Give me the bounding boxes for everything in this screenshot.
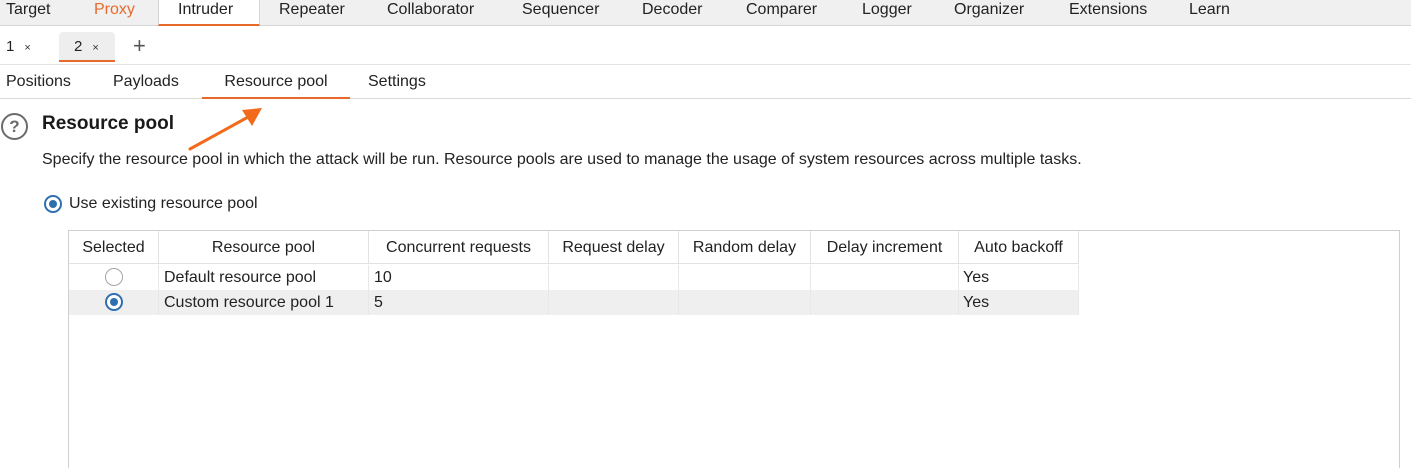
row-select-cell[interactable] — [69, 290, 159, 315]
delay-increment-cell — [811, 290, 959, 315]
attack-tab-bar: 1 × 2 × — [0, 27, 1411, 65]
column-header-selected[interactable]: Selected — [69, 231, 159, 264]
attack-tab-1[interactable]: 1 × — [6, 32, 37, 62]
table-row[interactable]: Custom resource pool 1 5 Yes — [69, 290, 1079, 315]
tab-collaborator[interactable]: Collaborator — [387, 0, 474, 26]
attack-tab-label: 1 — [6, 38, 15, 55]
tab-settings[interactable]: Settings — [368, 66, 426, 99]
option-label: Use existing resource pool — [69, 195, 258, 212]
sub-tab-bar: Positions Payloads Resource pool Setting… — [0, 66, 1411, 99]
delay-increment-cell — [811, 265, 959, 290]
tab-learn[interactable]: Learn — [1189, 0, 1230, 26]
concurrent-cell: 5 — [369, 290, 549, 315]
table-header: Selected Resource pool Concurrent reques… — [69, 231, 1079, 264]
tab-organizer[interactable]: Organizer — [954, 0, 1024, 26]
tab-comparer[interactable]: Comparer — [746, 0, 817, 26]
pool-name-cell: Custom resource pool 1 — [159, 290, 369, 315]
radio-button-selected[interactable] — [105, 293, 123, 311]
tab-repeater[interactable]: Repeater — [279, 0, 345, 26]
attack-tab-label: 2 — [74, 38, 83, 55]
tab-positions[interactable]: Positions — [6, 66, 71, 99]
concurrent-cell: 10 — [369, 265, 549, 290]
tab-logger[interactable]: Logger — [862, 0, 912, 26]
tab-intruder[interactable]: Intruder — [158, 0, 260, 26]
request-delay-cell — [549, 265, 679, 290]
add-tab-icon[interactable]: + — [133, 33, 146, 59]
auto-backoff-cell: Yes — [959, 290, 1079, 315]
column-header-auto-backoff[interactable]: Auto backoff — [959, 231, 1079, 264]
tab-extensions[interactable]: Extensions — [1069, 0, 1147, 26]
pool-name-cell: Default resource pool — [159, 265, 369, 290]
random-delay-cell — [679, 290, 811, 315]
annotation-arrow-icon — [188, 108, 262, 151]
radio-button[interactable] — [105, 268, 123, 286]
help-icon[interactable]: ? — [1, 113, 28, 140]
row-select-cell[interactable] — [69, 265, 159, 290]
random-delay-cell — [679, 265, 811, 290]
tab-proxy[interactable]: Proxy — [94, 0, 135, 26]
close-icon[interactable]: × — [92, 42, 98, 54]
section-description: Specify the resource pool in which the a… — [42, 151, 1082, 168]
column-header-resource-pool[interactable]: Resource pool — [159, 231, 369, 264]
tab-resource-pool[interactable]: Resource pool — [202, 66, 350, 99]
column-header-concurrent-requests[interactable]: Concurrent requests — [369, 231, 549, 264]
radio-button-selected[interactable] — [44, 195, 62, 213]
auto-backoff-cell: Yes — [959, 265, 1079, 290]
attack-tab-2[interactable]: 2 × — [59, 32, 115, 62]
column-header-random-delay[interactable]: Random delay — [679, 231, 811, 264]
column-header-request-delay[interactable]: Request delay — [549, 231, 679, 264]
use-existing-pool-option[interactable]: Use existing resource pool — [44, 194, 258, 214]
tab-decoder[interactable]: Decoder — [642, 0, 702, 26]
column-header-delay-increment[interactable]: Delay increment — [811, 231, 959, 264]
tab-sequencer[interactable]: Sequencer — [522, 0, 599, 26]
tab-target[interactable]: Target — [6, 0, 50, 26]
tab-payloads[interactable]: Payloads — [113, 66, 179, 99]
resource-pool-table: Selected Resource pool Concurrent reques… — [68, 230, 1400, 468]
close-icon[interactable]: × — [24, 42, 30, 54]
intruder-window: Target Proxy Intruder Repeater Collabora… — [0, 0, 1411, 468]
request-delay-cell — [549, 290, 679, 315]
main-tab-bar: Target Proxy Intruder Repeater Collabora… — [0, 0, 1411, 26]
section-title: Resource pool — [42, 113, 174, 134]
table-row[interactable]: Default resource pool 10 Yes — [69, 265, 1079, 290]
